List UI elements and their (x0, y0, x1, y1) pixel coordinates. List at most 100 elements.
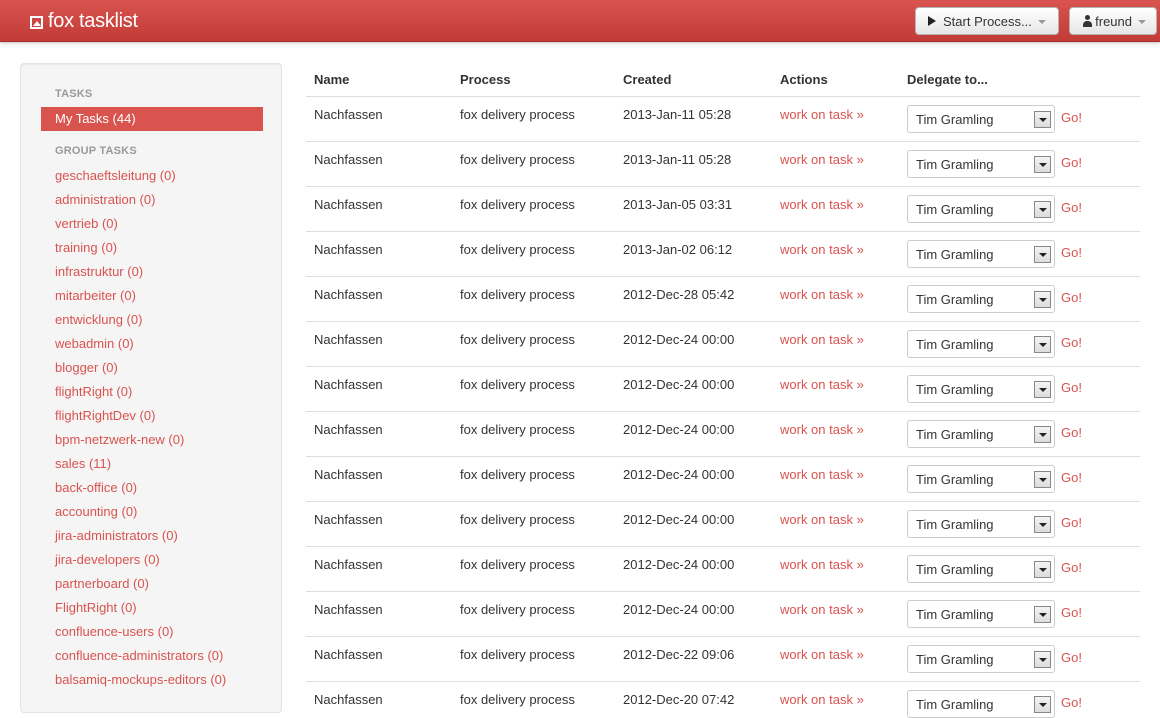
sidebar-group-item[interactable]: jira-administrators (0) (55, 528, 178, 543)
work-on-task-link[interactable]: work on task » (780, 557, 864, 572)
delegate-select-value: Tim Gramling (916, 427, 994, 442)
column-header-created[interactable]: Created (623, 72, 671, 87)
delegate-select[interactable]: Tim Gramling (907, 600, 1055, 628)
delegate-select[interactable]: Tim Gramling (907, 555, 1055, 583)
sidebar-group-item[interactable]: administration (0) (55, 192, 155, 207)
sidebar-group-item[interactable]: vertrieb (0) (55, 216, 118, 231)
work-on-task-link[interactable]: work on task » (780, 467, 864, 482)
go-button[interactable]: Go! (1061, 650, 1082, 665)
work-on-task-link[interactable]: work on task » (780, 647, 864, 662)
delegate-select[interactable]: Tim Gramling (907, 240, 1055, 268)
delegate-select[interactable]: Tim Gramling (907, 375, 1055, 403)
sidebar-group-item[interactable]: jira-developers (0) (55, 552, 160, 567)
go-button[interactable]: Go! (1061, 560, 1082, 575)
task-process: fox delivery process (460, 197, 575, 212)
go-button[interactable]: Go! (1061, 290, 1082, 305)
brand-title: fox tasklist (48, 9, 138, 32)
sidebar-group-item[interactable]: blogger (0) (55, 360, 118, 375)
go-button[interactable]: Go! (1061, 605, 1082, 620)
row-divider (306, 186, 1140, 187)
sidebar-group-item[interactable]: infrastruktur (0) (55, 264, 143, 279)
go-button[interactable]: Go! (1061, 110, 1082, 125)
sidebar-group-item[interactable]: geschaeftsleitung (0) (55, 168, 176, 183)
delegate-select[interactable]: Tim Gramling (907, 690, 1055, 718)
sidebar-group-item[interactable]: partnerboard (0) (55, 576, 149, 591)
start-process-button[interactable]: Start Process... (915, 7, 1059, 35)
work-on-task-link[interactable]: work on task » (780, 287, 864, 302)
row-divider (306, 321, 1140, 322)
delegate-select[interactable]: Tim Gramling (907, 510, 1055, 538)
go-button[interactable]: Go! (1061, 470, 1082, 485)
delegate-select[interactable]: Tim Gramling (907, 285, 1055, 313)
go-button[interactable]: Go! (1061, 515, 1082, 530)
task-name: Nachfassen (314, 512, 383, 527)
work-on-task-link[interactable]: work on task » (780, 332, 864, 347)
row-divider (306, 501, 1140, 502)
task-name: Nachfassen (314, 197, 383, 212)
user-menu-button[interactable]: freund (1069, 7, 1157, 35)
go-button[interactable]: Go! (1061, 155, 1082, 170)
caret-down-icon (1138, 20, 1146, 24)
sidebar-group-item[interactable]: training (0) (55, 240, 117, 255)
work-on-task-link[interactable]: work on task » (780, 692, 864, 707)
work-on-task-link[interactable]: work on task » (780, 512, 864, 527)
work-on-task-link[interactable]: work on task » (780, 422, 864, 437)
task-created: 2013-Jan-02 06:12 (623, 242, 733, 257)
sidebar-group-item[interactable]: FlightRight (0) (55, 600, 137, 615)
column-header-actions: Actions (780, 72, 828, 87)
delegate-select-value: Tim Gramling (916, 562, 994, 577)
sidebar-group-item[interactable]: back-office (0) (55, 480, 137, 495)
task-process: fox delivery process (460, 512, 575, 527)
delegate-select[interactable]: Tim Gramling (907, 330, 1055, 358)
delegate-select-value: Tim Gramling (916, 292, 994, 307)
work-on-task-link[interactable]: work on task » (780, 152, 864, 167)
sidebar-group-item[interactable]: accounting (0) (55, 504, 137, 519)
task-created: 2012-Dec-24 00:00 (623, 467, 735, 482)
go-button[interactable]: Go! (1061, 380, 1082, 395)
sidebar-item-my-tasks[interactable]: My Tasks (44) (41, 107, 263, 131)
sidebar-group-item[interactable]: flightRightDev (0) (55, 408, 155, 423)
dropdown-arrow-icon (1034, 336, 1051, 353)
sidebar-group-item[interactable]: flightRight (0) (55, 384, 132, 399)
delegate-select[interactable]: Tim Gramling (907, 420, 1055, 448)
go-button[interactable]: Go! (1061, 335, 1082, 350)
work-on-task-link[interactable]: work on task » (780, 602, 864, 617)
delegate-select[interactable]: Tim Gramling (907, 105, 1055, 133)
task-process: fox delivery process (460, 467, 575, 482)
sidebar-group-item[interactable]: webadmin (0) (55, 336, 134, 351)
sidebar-group-item[interactable]: bpm-netzwerk-new (0) (55, 432, 184, 447)
dropdown-arrow-icon (1034, 156, 1051, 173)
brand-logo[interactable]: fox tasklist (30, 8, 138, 34)
task-created: 2013-Jan-11 05:28 (623, 152, 732, 167)
column-header-process[interactable]: Process (460, 72, 511, 87)
sidebar-group-item[interactable]: sales (11) (55, 456, 111, 471)
task-created: 2012-Dec-24 00:00 (623, 557, 735, 572)
task-name: Nachfassen (314, 692, 383, 707)
delegate-select[interactable]: Tim Gramling (907, 150, 1055, 178)
task-name: Nachfassen (314, 332, 383, 347)
task-process: fox delivery process (460, 602, 575, 617)
work-on-task-link[interactable]: work on task » (780, 197, 864, 212)
column-header-name[interactable]: Name (314, 72, 349, 87)
sidebar-group-item[interactable]: confluence-administrators (0) (55, 648, 223, 663)
go-button[interactable]: Go! (1061, 695, 1082, 710)
row-divider (306, 681, 1140, 682)
work-on-task-link[interactable]: work on task » (780, 107, 864, 122)
go-button[interactable]: Go! (1061, 200, 1082, 215)
task-process: fox delivery process (460, 377, 575, 392)
sidebar-group-item[interactable]: balsamiq-mockups-editors (0) (55, 672, 226, 687)
work-on-task-link[interactable]: work on task » (780, 377, 864, 392)
go-button[interactable]: Go! (1061, 245, 1082, 260)
caret-down-icon (1037, 20, 1046, 24)
go-button[interactable]: Go! (1061, 425, 1082, 440)
sidebar-group-item[interactable]: entwicklung (0) (55, 312, 142, 327)
group-tasks-header: GROUP TASKS (55, 145, 137, 157)
delegate-select[interactable]: Tim Gramling (907, 645, 1055, 673)
work-on-task-link[interactable]: work on task » (780, 242, 864, 257)
row-divider (306, 141, 1140, 142)
delegate-select[interactable]: Tim Gramling (907, 465, 1055, 493)
delegate-select[interactable]: Tim Gramling (907, 195, 1055, 223)
sidebar-group-item[interactable]: confluence-users (0) (55, 624, 174, 639)
sidebar-group-item[interactable]: mitarbeiter (0) (55, 288, 136, 303)
delegate-select-value: Tim Gramling (916, 517, 994, 532)
